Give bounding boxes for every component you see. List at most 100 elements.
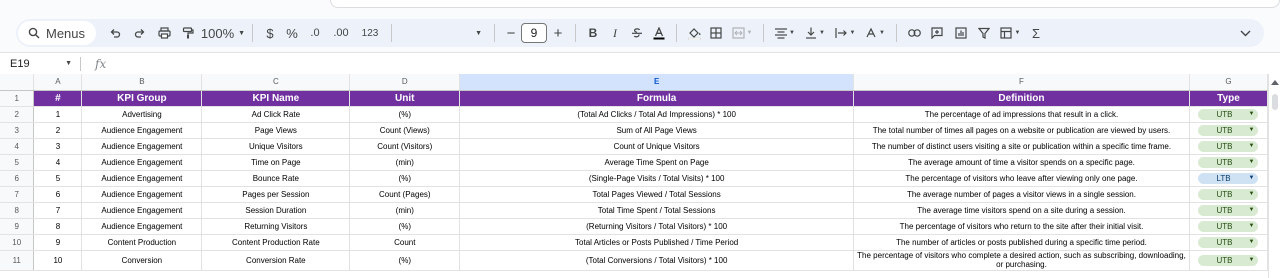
cell-unit[interactable]: (%) [349, 106, 461, 123]
cell-id[interactable]: 9 [33, 234, 83, 251]
header-cell-definition[interactable]: Definition [853, 90, 1190, 107]
type-dropdown-chip[interactable]: UTB ▼ [1198, 156, 1259, 168]
header-cell-kpi-name[interactable]: KPI Name [201, 90, 351, 107]
cell-id[interactable]: 8 [33, 218, 83, 235]
header-cell-formula[interactable]: Formula [459, 90, 854, 107]
header-cell-number[interactable]: # [33, 90, 83, 107]
scroll-up-icon[interactable] [1271, 80, 1279, 85]
cell-formula[interactable]: Total Time Spent / Total Sessions [459, 202, 854, 219]
cell-type[interactable]: UTB ▼ [1189, 234, 1269, 251]
cell-kpi-name[interactable]: Returning Visitors [201, 218, 351, 235]
header-cell-type[interactable]: Type [1189, 90, 1269, 107]
italic-button[interactable]: I [604, 21, 626, 45]
decrease-decimal-button[interactable]: .0 [303, 21, 327, 45]
cell-formula[interactable]: Sum of All Page Views [459, 122, 854, 139]
cell-type[interactable]: UTB ▼ [1189, 122, 1269, 139]
percent-format-button[interactable]: % [281, 21, 303, 45]
cell-kpi-group[interactable]: Audience Engagement [81, 122, 203, 139]
cell-kpi-name[interactable]: Page Views [201, 122, 351, 139]
row-number[interactable]: 10 [0, 234, 35, 251]
formula-input[interactable] [106, 54, 1280, 74]
cell-kpi-name[interactable]: Ad Click Rate [201, 106, 351, 123]
header-cell-unit[interactable]: Unit [349, 90, 461, 107]
fill-color-button[interactable] [683, 21, 705, 45]
type-dropdown-chip[interactable]: UTB ▼ [1198, 220, 1259, 232]
header-cell-kpi-group[interactable]: KPI Group [81, 90, 203, 107]
cell-definition[interactable]: The total number of times all pages on a… [853, 122, 1190, 139]
column-header-c[interactable]: C [201, 74, 351, 91]
cell-definition[interactable]: The percentage of visitors who return to… [853, 218, 1190, 235]
cell-unit[interactable]: (min) [349, 154, 461, 171]
cell-definition[interactable]: The percentage of visitors who leave aft… [853, 170, 1190, 187]
row-number[interactable]: 6 [0, 170, 35, 187]
cell-kpi-group[interactable]: Audience Engagement [81, 138, 203, 155]
row-number[interactable]: 8 [0, 202, 35, 219]
cell-kpi-name[interactable]: Unique Visitors [201, 138, 351, 155]
cell-formula[interactable]: Average Time Spent on Page [459, 154, 854, 171]
cell-kpi-group[interactable]: Audience Engagement [81, 170, 203, 187]
cell-type[interactable]: UTB ▼ [1189, 106, 1269, 123]
cell-formula[interactable]: (Total Ad Clicks / Total Ad Impressions)… [459, 106, 854, 123]
cell-definition[interactable]: The percentage of ad impressions that re… [853, 106, 1190, 123]
cell-id[interactable]: 4 [33, 154, 83, 171]
menus-search-button[interactable]: Menus [18, 21, 96, 45]
column-header-d[interactable]: D [349, 74, 461, 91]
type-dropdown-chip[interactable]: UTB ▼ [1198, 108, 1259, 120]
type-dropdown-chip[interactable]: UTB ▼ [1198, 254, 1259, 266]
horizontal-align-button[interactable]: ▼ [770, 21, 800, 45]
cell-kpi-name[interactable]: Session Duration [201, 202, 351, 219]
cell-id[interactable]: 7 [33, 202, 83, 219]
row-number[interactable]: 2 [0, 106, 35, 123]
name-box[interactable]: E19 ▼ [0, 53, 80, 75]
zoom-select[interactable]: 100% ▼ [200, 21, 246, 45]
row-number[interactable]: 11 [0, 250, 35, 271]
increase-decimal-button[interactable]: .00 [327, 21, 355, 45]
vertical-scrollbar[interactable] [1268, 74, 1280, 278]
cell-definition[interactable]: The percentage of visitors who complete … [853, 250, 1190, 271]
cell-unit[interactable]: (min) [349, 202, 461, 219]
cell-type[interactable]: UTB ▼ [1189, 250, 1269, 271]
increase-font-size-button[interactable]: + [547, 21, 569, 45]
redo-button[interactable] [128, 21, 152, 45]
cell-kpi-group[interactable]: Advertising [81, 106, 203, 123]
cell-definition[interactable]: The average number of pages a visitor vi… [853, 186, 1190, 203]
cell-kpi-group[interactable]: Audience Engagement [81, 186, 203, 203]
more-formats-button[interactable]: 123 [355, 21, 385, 45]
borders-button[interactable] [705, 21, 727, 45]
text-color-button[interactable] [648, 21, 670, 45]
filter-views-button[interactable]: ▼ [995, 21, 1025, 45]
print-button[interactable] [152, 21, 176, 45]
cell-formula[interactable]: (Single-Page Visits / Total Visits) * 10… [459, 170, 854, 187]
cell-definition[interactable]: The average time visitors spend on a sit… [853, 202, 1190, 219]
decrease-font-size-button[interactable]: − [501, 21, 521, 45]
cell-definition[interactable]: The number of distinct users visiting a … [853, 138, 1190, 155]
column-header-e[interactable]: E [459, 74, 854, 91]
type-dropdown-chip[interactable]: UTB ▼ [1198, 236, 1259, 248]
cell-id[interactable]: 3 [33, 138, 83, 155]
cell-unit[interactable]: Count (Visitors) [349, 138, 461, 155]
vertical-align-button[interactable]: ▼ [800, 21, 830, 45]
bold-button[interactable]: B [582, 21, 604, 45]
functions-button[interactable]: Σ [1025, 21, 1047, 45]
text-rotation-button[interactable]: ▼ [860, 21, 890, 45]
cell-type[interactable]: LTB ▼ [1189, 170, 1269, 187]
cell-type[interactable]: UTB ▼ [1189, 186, 1269, 203]
cell-unit[interactable]: Count [349, 234, 461, 251]
cell-kpi-name[interactable]: Conversion Rate [201, 250, 351, 271]
paint-format-button[interactable] [176, 21, 200, 45]
insert-comment-button[interactable] [925, 21, 949, 45]
cell-kpi-name[interactable]: Bounce Rate [201, 170, 351, 187]
cell-kpi-group[interactable]: Content Production [81, 234, 203, 251]
column-header-f[interactable]: F [853, 74, 1190, 91]
cell-id[interactable]: 5 [33, 170, 83, 187]
cell-kpi-name[interactable]: Content Production Rate [201, 234, 351, 251]
merge-cells-button[interactable]: ▼ [727, 21, 757, 45]
select-all-corner[interactable] [0, 74, 35, 91]
cell-kpi-group[interactable]: Audience Engagement [81, 202, 203, 219]
cell-id[interactable]: 10 [33, 250, 83, 271]
cell-definition[interactable]: The number of articles or posts publishe… [853, 234, 1190, 251]
cell-formula[interactable]: Total Pages Viewed / Total Sessions [459, 186, 854, 203]
cell-formula[interactable]: Total Articles or Posts Published / Time… [459, 234, 854, 251]
cell-unit[interactable]: (%) [349, 170, 461, 187]
cell-kpi-group[interactable]: Conversion [81, 250, 203, 271]
